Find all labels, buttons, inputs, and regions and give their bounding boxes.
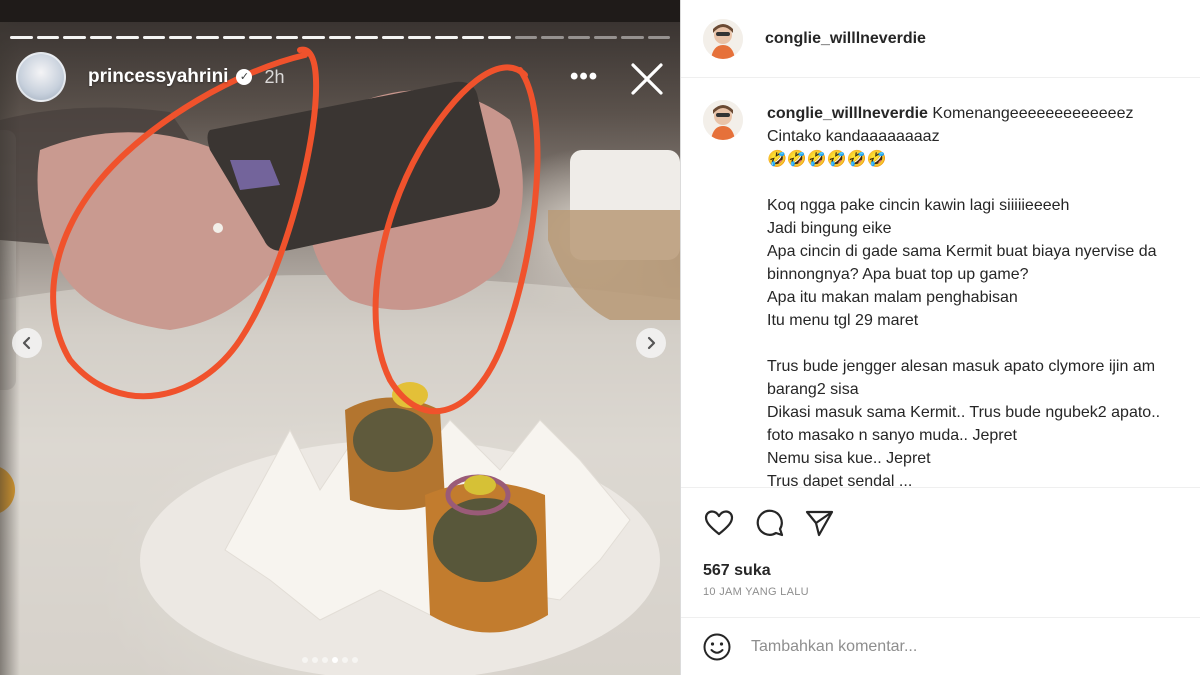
- comment-username[interactable]: conglie_willlneverdie: [767, 105, 928, 122]
- comment-line: Dikasi masuk sama Kermit.. Trus bude ngu…: [767, 404, 1161, 421]
- avatar-illustration: [703, 18, 743, 59]
- comment-line: Trus bude jengger alesan masuk apato cly…: [767, 358, 1156, 375]
- progress-segment: [36, 36, 60, 39]
- emoji-icon[interactable]: [701, 631, 733, 663]
- comment-line: foto masako n sanyo muda.. Jepret: [767, 427, 1017, 444]
- avatar[interactable]: [703, 100, 743, 140]
- next-story-button[interactable]: [636, 328, 666, 358]
- progress-segment: [169, 36, 192, 39]
- progress-segment: [275, 36, 299, 39]
- progress-segment: [249, 36, 272, 39]
- progress-segment: [594, 36, 617, 39]
- add-comment-bar: [681, 617, 1200, 675]
- comment-line: Apa itu makan malam penghabisan: [767, 289, 1018, 306]
- progress-segment: [620, 36, 644, 39]
- avatar[interactable]: [16, 52, 66, 102]
- pagination-dot: [342, 657, 348, 663]
- comment-line: barang2 sisa: [767, 381, 859, 398]
- progress-segment: [408, 36, 431, 39]
- send-icon[interactable]: [803, 507, 835, 539]
- progress-segment: [381, 36, 405, 39]
- caption-comment: conglie_willlneverdie Komenangeeeeeeeeee…: [767, 102, 1200, 487]
- progress-segment: [541, 36, 564, 39]
- comment-line: [767, 332, 1200, 355]
- comment-line: Nemu sisa kue.. Jepret: [767, 450, 931, 467]
- story-username[interactable]: princessyahrini: [88, 66, 228, 88]
- close-icon[interactable]: [626, 58, 668, 100]
- header-username[interactable]: conglie_willlneverdie: [765, 30, 926, 48]
- comment-line: 🤣🤣🤣🤣🤣🤣: [767, 151, 887, 168]
- pagination-dot: [302, 657, 308, 663]
- pagination-dot: [352, 657, 358, 663]
- pagination-dot: [332, 657, 338, 663]
- comment-line: Itu menu tgl 29 maret: [767, 312, 919, 329]
- progress-segment: [461, 36, 485, 39]
- chevron-left-icon: [22, 336, 31, 350]
- progress-segment: [10, 36, 33, 39]
- post-actions: 567 suka 10 JAM YANG LALU: [681, 487, 1200, 617]
- progress-segment: [302, 36, 325, 39]
- pagination-dot: [312, 657, 318, 663]
- heart-icon[interactable]: [703, 507, 735, 539]
- progress-segment: [195, 36, 219, 39]
- verified-badge-icon: ✓: [236, 69, 253, 85]
- progress-segment: [355, 36, 378, 39]
- progress-segment: [488, 36, 511, 39]
- comment-input[interactable]: [751, 637, 1151, 656]
- comment-body: Cintako kandaaaaaaaaz 🤣🤣🤣🤣🤣🤣 Koq ngga pake…: [767, 125, 1200, 487]
- progress-segment: [63, 36, 86, 39]
- post-panel: conglie_willlneverdie conglie_willlnever…: [680, 0, 1200, 675]
- story-header: princessyahrini ✓ 2h: [16, 52, 284, 102]
- comment-line: Trus dapet sendal ...: [767, 473, 913, 487]
- comment-line: [767, 171, 1200, 194]
- like-count[interactable]: 567 suka: [703, 562, 771, 580]
- comment-line: Apa cincin di gade sama Kermit buat biay…: [767, 243, 1157, 260]
- more-options-icon[interactable]: •••: [570, 62, 598, 92]
- action-icons: [703, 507, 835, 539]
- progress-segment: [647, 36, 671, 39]
- story-viewer: princessyahrini ✓ 2h •••: [0, 0, 680, 675]
- post-time: 10 JAM YANG LALU: [703, 586, 809, 598]
- progress-segment: [328, 36, 352, 39]
- comment-area: conglie_willlneverdie Komenangeeeeeeeeee…: [681, 79, 1200, 487]
- comment-icon[interactable]: [753, 507, 785, 539]
- progress-segment: [116, 36, 139, 39]
- comment-line: Jadi bingung eike: [767, 220, 892, 237]
- pagination-dot: [322, 657, 328, 663]
- post-header: conglie_willlneverdie: [681, 0, 1200, 78]
- progress-segment: [435, 36, 458, 39]
- comment-line: Cintako kandaaaaaaaaz: [767, 128, 940, 145]
- progress-segment: [142, 36, 166, 39]
- progress-segment: [567, 36, 591, 39]
- ring: [213, 223, 223, 233]
- story-progress-bar: [10, 36, 671, 39]
- comment-line: Koq ngga pake cincin kawin lagi siiiiiee…: [767, 197, 1070, 214]
- story-time: 2h: [264, 66, 285, 87]
- avatar[interactable]: [703, 18, 743, 59]
- avatar-illustration: [703, 100, 743, 140]
- story-pagination-dots: [302, 657, 358, 663]
- previous-story-button[interactable]: [12, 328, 42, 358]
- progress-segment: [514, 36, 538, 39]
- comment-first-line: Komenangeeeeeeeeeeeeez: [927, 105, 1134, 122]
- chevron-right-icon: [647, 336, 656, 350]
- progress-segment: [222, 36, 246, 39]
- comment-line: binnongnya? Apa buat top up game?: [767, 266, 1029, 283]
- progress-segment: [89, 36, 113, 39]
